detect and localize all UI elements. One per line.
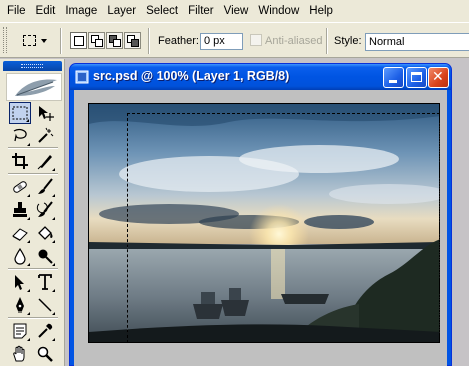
crop-tool[interactable] (9, 150, 31, 172)
healing-brush-tool[interactable] (9, 176, 31, 198)
toolbox-separator (8, 147, 58, 149)
tool-preset-picker[interactable] (12, 29, 52, 51)
toolbox-separator (8, 268, 58, 270)
photoshop-document-icon (75, 70, 89, 84)
blur-tool[interactable] (9, 245, 31, 267)
tool-flyout-indicator (27, 194, 30, 197)
options-bar: Feather: 0 px Anti-aliased Style: Normal (0, 22, 469, 58)
paint-bucket-tool[interactable] (34, 222, 56, 244)
crop-icon (12, 153, 28, 169)
intersect-selection-button[interactable] (124, 32, 141, 49)
tool-flyout-indicator (27, 289, 30, 292)
feather-logo[interactable] (6, 73, 62, 101)
history-brush-tool[interactable] (34, 199, 56, 221)
subtract-from-selection-button[interactable] (106, 32, 123, 49)
hand-tool[interactable] (9, 343, 31, 365)
document-titlebar[interactable]: src.psd @ 100% (Layer 1, RGB/8) ✕ (70, 64, 451, 90)
style-select[interactable]: Normal (365, 33, 469, 51)
zoom-tool[interactable] (34, 343, 56, 365)
menu-edit[interactable]: Edit (31, 0, 61, 22)
chevron-down-icon (41, 39, 47, 43)
grip-dots (21, 64, 43, 68)
tool-flyout-indicator (26, 119, 29, 122)
pen-tool[interactable] (9, 294, 31, 316)
tool-flyout-indicator (27, 240, 30, 243)
magic-wand-tool[interactable] (34, 125, 56, 147)
brush-tool[interactable] (34, 176, 56, 198)
feather-input[interactable]: 0 px (200, 33, 243, 50)
path-selection-tool[interactable] (9, 271, 31, 293)
notes-tool[interactable] (9, 320, 31, 342)
menu-filter[interactable]: Filter (183, 0, 219, 22)
feather-icon (15, 79, 57, 96)
minimize-button[interactable] (383, 67, 404, 88)
line-tool[interactable] (34, 294, 56, 316)
move-tool[interactable] (34, 102, 56, 124)
tool-flyout-indicator (52, 217, 55, 220)
magic-wand-icon (38, 127, 54, 143)
options-separator (148, 28, 150, 54)
feather-label: Feather: (158, 35, 199, 47)
eraser-tool[interactable] (9, 222, 31, 244)
options-bar-grip[interactable] (3, 27, 7, 53)
maximize-icon (411, 72, 422, 82)
tool-flyout-indicator (27, 263, 30, 266)
tool-flyout-indicator (52, 289, 55, 292)
tool-flyout-indicator (52, 312, 55, 315)
tool-flyout-indicator (27, 217, 30, 220)
menu-layer[interactable]: Layer (102, 0, 141, 22)
new-selection-icon (74, 36, 84, 46)
new-selection-button[interactable] (70, 32, 87, 49)
tool-flyout-indicator (27, 312, 30, 315)
hand-icon (13, 345, 25, 362)
tool-flyout-indicator (52, 338, 55, 341)
tool-flyout-indicator (52, 263, 55, 266)
close-button[interactable]: ✕ (428, 67, 449, 88)
tool-flyout-indicator (52, 168, 55, 171)
menu-help[interactable]: Help (304, 0, 338, 22)
menu-select[interactable]: Select (141, 0, 183, 22)
toolbox-separator (8, 317, 58, 319)
menu-bar: File Edit Image Layer Select Filter View… (0, 0, 469, 22)
maximize-button[interactable] (406, 67, 427, 88)
dodge-tool[interactable] (34, 245, 56, 267)
tool-flyout-indicator (27, 338, 30, 341)
options-separator (60, 28, 62, 54)
canvas-area[interactable] (74, 90, 447, 366)
rectangular-marquee-icon (23, 35, 36, 46)
style-label: Style: (334, 35, 362, 47)
tool-flyout-indicator (52, 240, 55, 243)
menu-view[interactable]: View (219, 0, 254, 22)
toolbox-header[interactable] (3, 61, 62, 71)
menu-window[interactable]: Window (253, 0, 304, 22)
options-separator (326, 28, 328, 54)
toolbox-separator (8, 173, 58, 175)
eyedropper-tool[interactable] (34, 320, 56, 342)
tool-flyout-indicator (52, 194, 55, 197)
marquee-selection[interactable] (127, 113, 440, 343)
slice-tool[interactable] (34, 150, 56, 172)
anti-aliased-checkbox[interactable] (250, 34, 262, 46)
intersect-selection-icon-part (131, 39, 139, 47)
zoom-icon (37, 346, 53, 362)
subtract-from-selection-icon-part (113, 39, 121, 47)
menu-file[interactable]: File (2, 0, 31, 22)
toolbox (0, 59, 65, 366)
add-to-selection-icon-part (95, 39, 103, 47)
move-icon (39, 106, 54, 121)
tool-flyout-indicator (27, 143, 30, 146)
rectangular-marquee-tool[interactable] (9, 102, 31, 124)
document-title: src.psd @ 100% (Layer 1, RGB/8) (93, 69, 290, 83)
minimize-icon (389, 80, 397, 83)
anti-aliased-label: Anti-aliased (265, 35, 323, 47)
close-icon: ✕ (432, 69, 444, 85)
add-to-selection-button[interactable] (88, 32, 105, 49)
clone-stamp-tool[interactable] (9, 199, 31, 221)
document-window: src.psd @ 100% (Layer 1, RGB/8) ✕ (69, 63, 452, 366)
type-tool[interactable] (34, 271, 56, 293)
lasso-tool[interactable] (9, 125, 31, 147)
menu-image[interactable]: Image (60, 0, 102, 22)
